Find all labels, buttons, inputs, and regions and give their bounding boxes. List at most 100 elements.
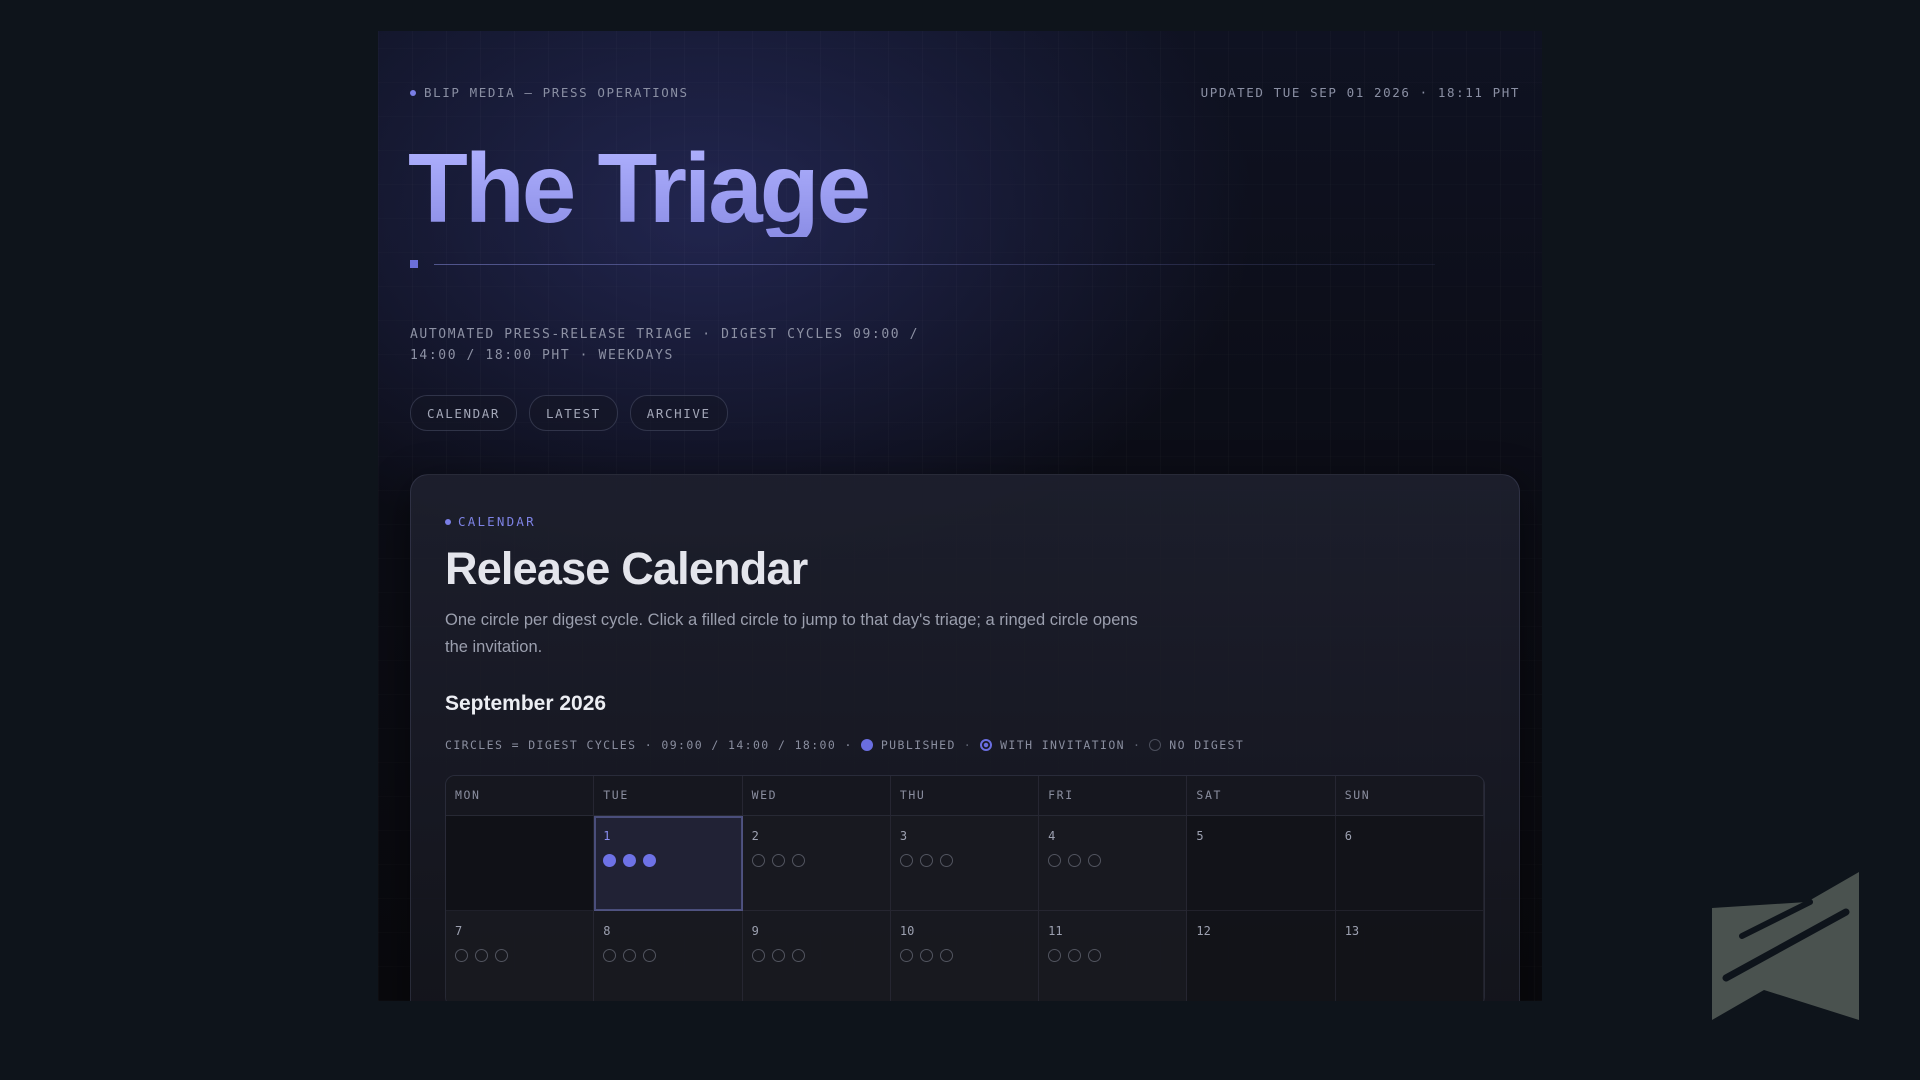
no-digest-cycle-circle <box>939 949 953 962</box>
no-digest-cycle-circle <box>919 854 933 867</box>
legend-cycles-text: CIRCLES = DIGEST CYCLES · 09:00 / 14:00 … <box>445 738 853 752</box>
legend-no-digest: NO DIGEST <box>1169 738 1245 752</box>
section-eyebrow: CALENDAR <box>445 514 536 529</box>
legend-with-invitation: WITH INVITATION <box>1000 738 1125 752</box>
weekday-header: THU <box>890 776 1040 816</box>
no-digest-cycle-circle <box>1088 854 1102 867</box>
weekday-header: WED <box>742 776 891 816</box>
day-number: 9 <box>751 924 759 938</box>
no-digest-cycle-circle <box>1068 854 1082 867</box>
eyebrow-label: CALENDAR <box>458 514 536 529</box>
calendar-legend: CIRCLES = DIGEST CYCLES · 09:00 / 14:00 … <box>445 738 1244 752</box>
digest-cycles <box>751 949 890 962</box>
legend-published: PUBLISHED <box>880 738 956 752</box>
day-number: 10 <box>899 924 915 938</box>
calendar-grid: MON TUE WED THU FRI SAT SUN 1 2 3 4 5 6 7 8 9 10 11 12 13 <box>445 775 1485 1001</box>
digest-cycles <box>603 949 741 962</box>
no-digest-cycle-circle <box>771 854 785 867</box>
day-cell: 13 <box>1335 911 1484 1001</box>
day-number: 3 <box>899 829 908 843</box>
weekday-header: FRI <box>1039 776 1188 816</box>
day-number: 4 <box>1048 829 1056 843</box>
day-cell: 10 <box>890 911 1040 1001</box>
no-digest-cycle-circle <box>751 949 765 962</box>
main-nav: CALENDAR LATEST ARCHIVE <box>410 395 728 431</box>
eyebrow-dot-icon <box>445 518 451 525</box>
published-cycle-circle[interactable] <box>603 854 617 867</box>
day-cell: 12 <box>1187 911 1336 1001</box>
weekday-header: MON <box>446 776 595 816</box>
day-number: 12 <box>1196 924 1211 938</box>
page-title: The Triage <box>408 133 871 243</box>
day-number: 6 <box>1344 829 1352 843</box>
legend-separator: · <box>1132 738 1142 752</box>
no-digest-cycle-circle <box>643 949 657 962</box>
no-digest-cycle-circle <box>603 949 617 962</box>
day-cell: 7 <box>446 911 595 1001</box>
day-number: 2 <box>751 829 759 843</box>
no-digest-cycle-circle <box>791 949 805 962</box>
no-digest-cycle-circle <box>1068 949 1082 962</box>
published-cycle-circle[interactable] <box>643 854 657 867</box>
page-subtitle: AUTOMATED PRESS-RELEASE TRIAGE · DIGEST … <box>410 327 920 363</box>
no-digest-cycle-circle <box>623 949 637 962</box>
calendar-title: Release Calendar <box>445 543 808 594</box>
brand: BLIP MEDIA — PRESS OPERATIONS <box>410 85 689 100</box>
page-frame: BLIP MEDIA — PRESS OPERATIONS UPDATED TU… <box>378 31 1542 1001</box>
no-digest-cycle-circle <box>751 854 765 867</box>
no-digest-cycle-circle <box>455 949 468 962</box>
weekday-header: TUE <box>594 776 743 816</box>
day-number: 13 <box>1344 924 1360 938</box>
brand-label: BLIP MEDIA — PRESS OPERATIONS <box>424 85 689 100</box>
divider-square-icon <box>410 260 418 268</box>
day-number: 7 <box>455 924 463 938</box>
day-number: 1 <box>603 829 611 843</box>
digest-cycles <box>455 949 593 962</box>
no-digest-cycle-circle <box>495 949 508 962</box>
no-digest-cycle-circle <box>771 949 785 962</box>
empty-day-cell <box>446 816 595 911</box>
digest-cycles <box>751 854 890 867</box>
digest-cycles <box>1048 949 1186 962</box>
no-digest-cycle-circle <box>899 854 913 867</box>
day-number: 11 <box>1048 924 1063 938</box>
no-digest-cycle-circle <box>939 854 953 867</box>
updated-timestamp: UPDATED TUE SEP 01 2026 · 18:11 PHT <box>1200 85 1520 100</box>
no-digest-cycle-circle <box>791 854 805 867</box>
weekday-header: SAT <box>1187 776 1336 816</box>
nav-archive[interactable]: ARCHIVE <box>629 395 728 431</box>
divider-line <box>434 263 1435 265</box>
published-cycle-circle[interactable] <box>623 854 637 867</box>
logo-mark-icon <box>1712 872 1859 1020</box>
day-cell: 11 <box>1039 911 1188 1001</box>
top-bar: BLIP MEDIA — PRESS OPERATIONS UPDATED TU… <box>410 85 1520 100</box>
day-number: 5 <box>1196 829 1204 843</box>
nav-calendar[interactable]: CALENDAR <box>410 395 518 431</box>
day-number: 8 <box>603 924 611 938</box>
no-digest-cycle-circle <box>475 949 488 962</box>
no-digest-cycle-circle <box>919 949 933 962</box>
day-cell: 6 <box>1335 816 1484 911</box>
no-digest-cycle-circle <box>1088 949 1102 962</box>
published-circle-icon <box>860 739 873 751</box>
day-cell: 9 <box>742 911 891 1001</box>
weekday-header: SUN <box>1335 776 1484 816</box>
month-label: September 2026 <box>445 692 607 715</box>
day-cell: 3 <box>890 816 1040 911</box>
day-cell: 4 <box>1039 816 1188 911</box>
digest-cycles <box>899 854 1038 867</box>
brand-dot-icon <box>410 89 416 96</box>
no-digest-cycle-circle <box>899 949 913 962</box>
day-cell: 8 <box>594 911 743 1001</box>
calendar-description: One circle per digest cycle. Click a fil… <box>445 611 1138 656</box>
no-digest-cycle-circle <box>1048 854 1062 867</box>
no-digest-cycle-circle <box>1048 949 1062 962</box>
day-cell: 2 <box>742 816 891 911</box>
day-cell: 5 <box>1187 816 1336 911</box>
release-calendar-card: CALENDAR Release Calendar One circle per… <box>410 474 1520 1001</box>
invitation-ring-icon <box>980 739 993 751</box>
digest-cycles <box>899 949 1038 962</box>
nav-latest[interactable]: LATEST <box>529 395 618 431</box>
empty-circle-icon <box>1149 739 1162 751</box>
legend-separator: · <box>963 738 973 752</box>
